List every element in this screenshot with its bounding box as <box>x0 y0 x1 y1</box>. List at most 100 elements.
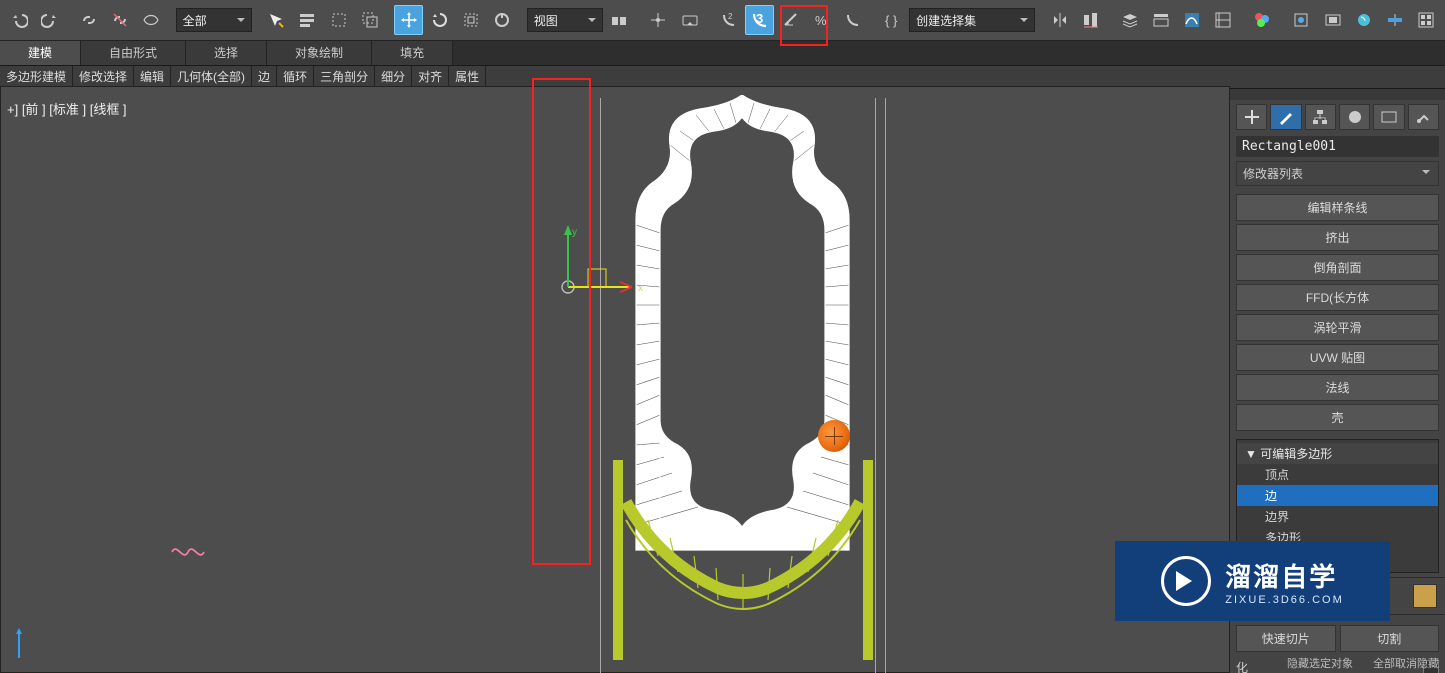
selection-filter-dropdown[interactable]: 全部 <box>176 8 252 32</box>
selected-sweep-mesh <box>598 460 888 660</box>
panel-align[interactable]: 对齐 <box>412 66 449 88</box>
select-object-icon[interactable] <box>262 5 291 35</box>
selection-filter-label: 全部 <box>183 12 207 29</box>
btn-bevel-profile[interactable]: 倒角剖面 <box>1236 254 1439 281</box>
snap-2d-icon[interactable]: 2 <box>714 5 743 35</box>
object-name-field[interactable]: Rectangle001 <box>1236 136 1439 157</box>
scale-icon[interactable] <box>457 5 486 35</box>
modify-tab-icon[interactable] <box>1270 104 1301 130</box>
toggle-ribbon-icon[interactable] <box>1146 5 1175 35</box>
select-by-name-icon[interactable] <box>293 5 322 35</box>
snap-3d-icon[interactable]: 3 <box>745 5 774 35</box>
move-icon[interactable] <box>394 5 423 35</box>
panel-poly-model[interactable]: 多边形建模 <box>0 66 73 88</box>
btn-extrude[interactable]: 挤出 <box>1236 224 1439 251</box>
curve-editor-icon[interactable] <box>1178 5 1207 35</box>
panel-tri[interactable]: 三角剖分 <box>314 66 375 88</box>
ref-coord-dropdown[interactable]: 视图 <box>527 8 603 32</box>
percent-snap-icon[interactable]: % <box>808 5 837 35</box>
svg-text:2: 2 <box>728 12 733 21</box>
create-tab-icon[interactable] <box>1236 104 1267 130</box>
edit-named-sel-icon[interactable]: { } <box>878 5 907 35</box>
world-axis-icon <box>13 624 43 664</box>
utilities-tab-icon[interactable] <box>1408 104 1439 130</box>
mirror-icon[interactable] <box>1045 5 1074 35</box>
footer-hide-selected[interactable]: 隐藏选定对象 <box>1287 655 1353 671</box>
subobj-edge[interactable]: 边 <box>1237 485 1438 506</box>
bind-icon[interactable] <box>137 5 166 35</box>
viewport-label[interactable]: +] [前 ] [标准 ] [线框 ] <box>7 99 127 118</box>
undo-icon[interactable] <box>4 5 33 35</box>
spline-helper-icon <box>171 545 205 559</box>
stack-header-editable-poly[interactable]: ▼ 可编辑多边形 <box>1237 443 1438 464</box>
panel-loops[interactable]: 循环 <box>277 66 314 88</box>
btn-edit-spline[interactable]: 编辑样条线 <box>1236 194 1439 221</box>
configure-sets-icon[interactable] <box>1413 584 1437 608</box>
svg-text:x: x <box>638 283 643 294</box>
angle-snap-icon[interactable] <box>776 5 805 35</box>
tab-populate[interactable]: 填充 <box>372 41 453 65</box>
render-icon[interactable] <box>1349 5 1378 35</box>
motion-tab-icon[interactable] <box>1339 104 1370 130</box>
layer-explorer-icon[interactable] <box>1115 5 1144 35</box>
btn-normal[interactable]: 法线 <box>1236 374 1439 401</box>
keyboard-shortcut-icon[interactable] <box>675 5 704 35</box>
rotate-icon[interactable] <box>425 5 454 35</box>
transform-gizmo[interactable]: x y <box>560 225 650 305</box>
watermark-logo: 溜溜自学 ZIXUE.3D66.COM <box>1115 541 1390 621</box>
btn-shell[interactable]: 壳 <box>1236 404 1439 431</box>
render-online-icon[interactable] <box>1412 5 1441 35</box>
btn-cut[interactable]: 切割 <box>1340 625 1440 652</box>
btn-ffd-box[interactable]: FFD(长方体 <box>1236 284 1439 311</box>
cursor-marker-icon <box>818 420 850 452</box>
panel-edit[interactable]: 编辑 <box>134 66 171 88</box>
render-prod-icon[interactable] <box>1380 5 1409 35</box>
schematic-view-icon[interactable] <box>1209 5 1238 35</box>
panel-edges[interactable]: 边 <box>252 66 277 88</box>
manipulate-icon[interactable] <box>644 5 673 35</box>
modifier-list-dropdown[interactable]: 修改器列表 <box>1236 161 1439 186</box>
watermark-title: 溜溜自学 <box>1225 557 1337 594</box>
main-toolbar: 全部 视图 2 3 % { } 创建选择集 <box>0 0 1445 41</box>
rect-region-icon[interactable] <box>324 5 353 35</box>
ribbon-tabs: 建模 自由形式 选择 对象绘制 填充 <box>0 41 1445 66</box>
hierarchy-tab-icon[interactable] <box>1305 104 1336 130</box>
spinner-snap-icon[interactable] <box>839 5 868 35</box>
panel-props[interactable]: 属性 <box>449 66 486 88</box>
window-crossing-icon[interactable] <box>355 5 384 35</box>
named-sel-dropdown[interactable]: 创建选择集 <box>909 8 1035 32</box>
tab-freeform[interactable]: 自由形式 <box>81 41 186 65</box>
placement-icon[interactable] <box>488 5 517 35</box>
render-setup-icon[interactable] <box>1287 5 1316 35</box>
watermark-url: ZIXUE.3D66.COM <box>1225 594 1343 606</box>
modifier-quick-buttons: 编辑样条线 挤出 倒角剖面 FFD(长方体 涡轮平滑 UVW 贴图 法线 壳 <box>1230 190 1445 435</box>
use-center-icon[interactable] <box>605 5 634 35</box>
tab-selection[interactable]: 选择 <box>186 41 267 65</box>
display-tab-icon[interactable] <box>1373 104 1404 130</box>
material-editor-icon[interactable] <box>1248 5 1277 35</box>
render-frame-icon[interactable] <box>1318 5 1347 35</box>
btn-uvw-map[interactable]: UVW 贴图 <box>1236 344 1439 371</box>
btn-quickslice[interactable]: 快速切片 <box>1236 625 1336 652</box>
tab-modeling[interactable]: 建模 <box>0 41 81 65</box>
panel-subdiv[interactable]: 细分 <box>375 66 412 88</box>
svg-text:y: y <box>572 227 577 238</box>
redo-icon[interactable] <box>35 5 64 35</box>
ref-coord-label: 视图 <box>534 12 558 29</box>
subobj-vertex[interactable]: 顶点 <box>1237 464 1438 485</box>
link-icon[interactable] <box>74 5 103 35</box>
svg-text:%: % <box>815 13 827 28</box>
panel-geo-all[interactable]: 几何体(全部) <box>171 66 252 88</box>
align-icon[interactable] <box>1076 5 1105 35</box>
unlink-icon[interactable] <box>105 5 134 35</box>
stack-header-label: 可编辑多边形 <box>1260 447 1332 461</box>
subobj-border[interactable]: 边界 <box>1237 506 1438 527</box>
named-sel-label: 创建选择集 <box>916 12 976 29</box>
panel-mod-sel[interactable]: 修改选择 <box>73 66 134 88</box>
svg-text:{ }: { } <box>885 13 898 28</box>
footer-unhide-all[interactable]: 全部取消隐藏 <box>1373 655 1439 671</box>
btn-turbosmooth[interactable]: 涡轮平滑 <box>1236 314 1439 341</box>
option-label-1: 化 <box>1236 659 1248 673</box>
play-circle-icon <box>1161 556 1211 606</box>
tab-object-paint[interactable]: 对象绘制 <box>267 41 372 65</box>
